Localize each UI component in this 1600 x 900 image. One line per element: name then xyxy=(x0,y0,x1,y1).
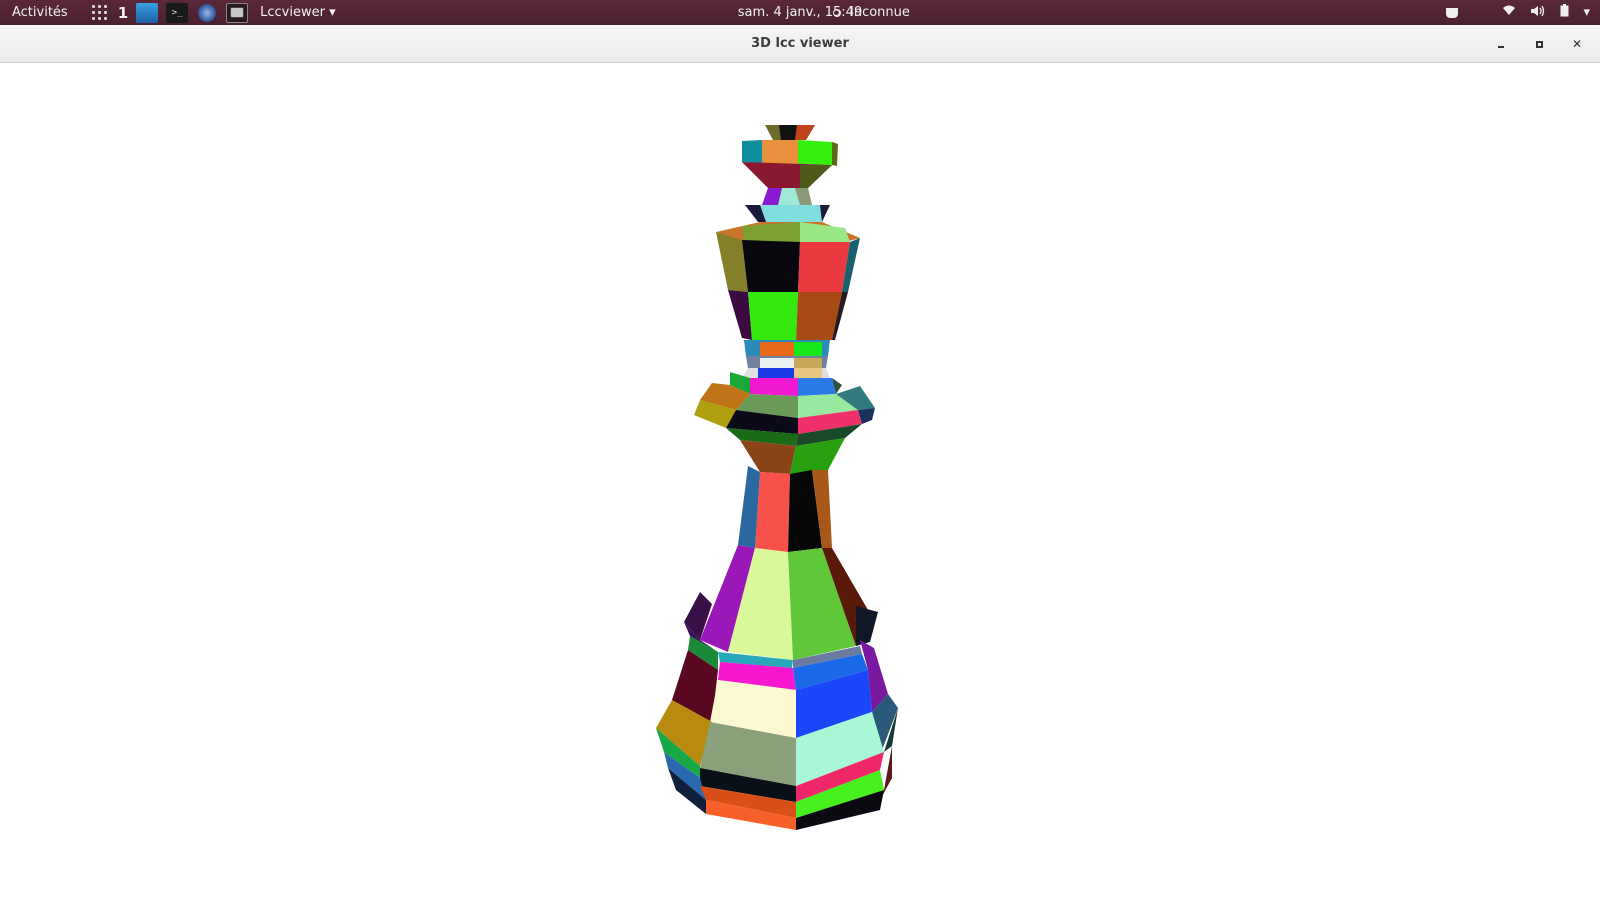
lccviewer-launcher[interactable] xyxy=(226,2,249,23)
activities-button[interactable]: Activités xyxy=(0,5,80,20)
caffeine-icon[interactable] xyxy=(1446,7,1459,18)
chess-king-model xyxy=(656,125,898,830)
system-menu-arrow[interactable]: ▾ xyxy=(1583,5,1590,20)
app-grid-icon[interactable] xyxy=(91,4,108,21)
top-panel-left: Activités 1 >_ Lccviewer ▾ xyxy=(0,0,336,25)
wifi-icon[interactable] xyxy=(1502,5,1516,20)
browser-launcher[interactable] xyxy=(196,3,218,23)
3d-viewport[interactable] xyxy=(0,64,1600,900)
globe-icon xyxy=(198,3,217,22)
battery-icon[interactable] xyxy=(1560,4,1569,21)
sun-icon xyxy=(830,6,844,20)
maximize-button[interactable] xyxy=(1530,35,1548,53)
weather-indicator[interactable]: Inconnue xyxy=(830,0,910,25)
system-tray: ▾ xyxy=(1446,0,1590,25)
minimize-button[interactable] xyxy=(1492,35,1510,53)
window-title: 3D lcc viewer xyxy=(751,36,849,51)
volume-icon[interactable] xyxy=(1530,5,1546,21)
file-manager-icon[interactable] xyxy=(136,2,159,23)
window-titlebar[interactable]: 3D lcc viewer ✕ xyxy=(0,25,1600,63)
minimize-icon xyxy=(1498,46,1504,48)
top-panel: Activités 1 >_ Lccviewer ▾ sam. 4 janv.,… xyxy=(0,0,1600,25)
workspace-indicator[interactable]: 1 xyxy=(118,4,128,22)
close-button[interactable]: ✕ xyxy=(1568,35,1586,53)
weather-label: Inconnue xyxy=(850,5,910,20)
app-menu[interactable]: Lccviewer ▾ xyxy=(260,5,335,20)
window-icon xyxy=(230,7,245,18)
terminal-icon[interactable]: >_ xyxy=(166,2,189,23)
close-icon: ✕ xyxy=(1571,37,1583,51)
maximize-icon xyxy=(1535,40,1543,48)
